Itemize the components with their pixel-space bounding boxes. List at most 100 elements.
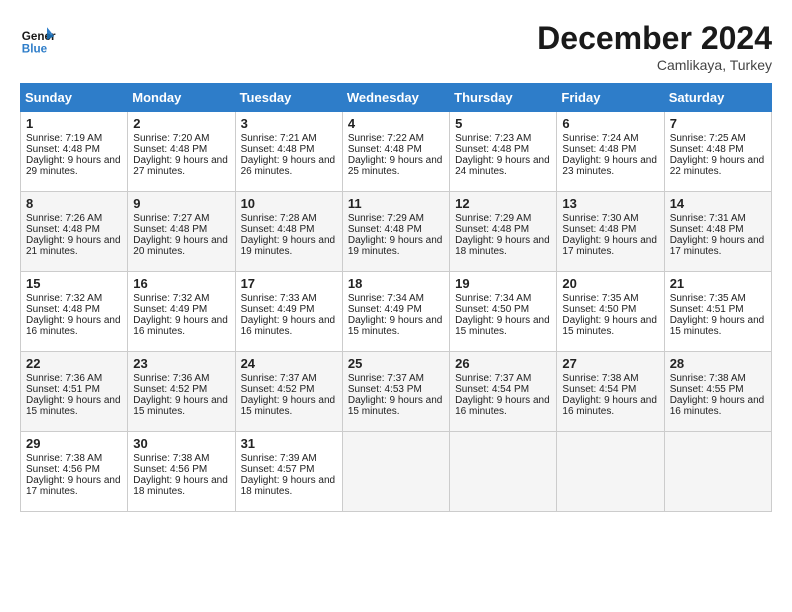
calendar-cell: 20Sunrise: 7:35 AMSunset: 4:50 PMDayligh… (557, 272, 664, 352)
sunset: Sunset: 4:48 PM (26, 304, 100, 315)
day-number: 14 (670, 196, 766, 211)
day-number: 18 (348, 276, 444, 291)
sunset: Sunset: 4:54 PM (455, 384, 529, 395)
calendar-week-3: 15 Sunrise: 7:32 AMSunset: 4:48 PM Dayligh… (21, 272, 772, 352)
calendar-cell: 31Sunrise: 7:39 AMSunset: 4:57 PMDayligh… (235, 432, 342, 512)
daylight: Daylight: 9 hours and 22 minutes. (670, 155, 765, 177)
day-number: 7 (670, 116, 766, 131)
day-number: 26 (455, 356, 551, 371)
sunset: Sunset: 4:48 PM (26, 224, 100, 235)
location: Camlikaya, Turkey (537, 57, 772, 73)
daylight: Daylight: 9 hours and 15 minutes. (562, 315, 657, 337)
daylight: Daylight: 9 hours and 20 minutes. (133, 235, 228, 257)
calendar-cell (342, 432, 449, 512)
calendar-cell: 21Sunrise: 7:35 AMSunset: 4:51 PMDayligh… (664, 272, 771, 352)
calendar-cell: 10Sunrise: 7:28 AMSunset: 4:48 PMDayligh… (235, 192, 342, 272)
page-header: General Blue December 2024 Camlikaya, Tu… (20, 20, 772, 73)
calendar-cell: 13Sunrise: 7:30 AMSunset: 4:48 PMDayligh… (557, 192, 664, 272)
sunrise: Sunrise: 7:23 AM (455, 133, 531, 144)
calendar-cell (557, 432, 664, 512)
day-number: 15 (26, 276, 122, 291)
sunrise: Sunrise: 7:38 AM (562, 373, 638, 384)
day-number: 23 (133, 356, 229, 371)
sunrise: Sunrise: 7:35 AM (670, 293, 746, 304)
sunrise: Sunrise: 7:34 AM (348, 293, 424, 304)
day-number: 8 (26, 196, 122, 211)
sunrise: Sunrise: 7:29 AM (348, 213, 424, 224)
calendar-cell: 4Sunrise: 7:22 AMSunset: 4:48 PMDaylight… (342, 112, 449, 192)
day-number: 28 (670, 356, 766, 371)
calendar-cell: 3Sunrise: 7:21 AMSunset: 4:48 PMDaylight… (235, 112, 342, 192)
day-number: 4 (348, 116, 444, 131)
sunset: Sunset: 4:53 PM (348, 384, 422, 395)
sunset: Sunset: 4:49 PM (241, 304, 315, 315)
sunset: Sunset: 4:48 PM (455, 224, 529, 235)
day-number: 6 (562, 116, 658, 131)
daylight: Daylight: 9 hours and 15 minutes. (348, 315, 443, 337)
sunrise: Sunrise: 7:28 AM (241, 213, 317, 224)
sunrise: Sunrise: 7:37 AM (241, 373, 317, 384)
sunrise: Sunrise: 7:32 AM (26, 293, 102, 304)
day-number: 21 (670, 276, 766, 291)
daylight: Daylight: 9 hours and 23 minutes. (562, 155, 657, 177)
daylight: Daylight: 9 hours and 15 minutes. (133, 395, 228, 417)
calendar-cell: 9Sunrise: 7:27 AMSunset: 4:48 PMDaylight… (128, 192, 235, 272)
sunrise: Sunrise: 7:39 AM (241, 453, 317, 464)
sunset: Sunset: 4:48 PM (348, 224, 422, 235)
col-header-wednesday: Wednesday (342, 84, 449, 112)
day-number: 16 (133, 276, 229, 291)
sunrise: Sunrise: 7:36 AM (26, 373, 102, 384)
day-number: 10 (241, 196, 337, 211)
sunset: Sunset: 4:48 PM (670, 144, 744, 155)
sunset: Sunset: 4:52 PM (133, 384, 207, 395)
day-number: 12 (455, 196, 551, 211)
sunset: Sunset: 4:48 PM (133, 224, 207, 235)
calendar-table: SundayMondayTuesdayWednesdayThursdayFrid… (20, 83, 772, 512)
calendar-week-5: 29Sunrise: 7:38 AMSunset: 4:56 PMDayligh… (21, 432, 772, 512)
day-number: 30 (133, 436, 229, 451)
calendar-cell: 8Sunrise: 7:26 AMSunset: 4:48 PMDaylight… (21, 192, 128, 272)
sunset: Sunset: 4:50 PM (562, 304, 636, 315)
sunrise: Sunrise: 7:20 AM (133, 133, 209, 144)
sunset: Sunset: 4:49 PM (348, 304, 422, 315)
calendar-cell: 19Sunrise: 7:34 AMSunset: 4:50 PMDayligh… (450, 272, 557, 352)
daylight: Daylight: 9 hours and 15 minutes. (26, 395, 121, 417)
daylight: Daylight: 9 hours and 21 minutes. (26, 235, 121, 257)
calendar-cell: 26Sunrise: 7:37 AMSunset: 4:54 PMDayligh… (450, 352, 557, 432)
sunrise: Sunrise: 7:37 AM (455, 373, 531, 384)
col-header-friday: Friday (557, 84, 664, 112)
day-number: 29 (26, 436, 122, 451)
daylight: Daylight: 9 hours and 24 minutes. (455, 155, 550, 177)
sunrise: Sunrise: 7:31 AM (670, 213, 746, 224)
sunset: Sunset: 4:48 PM (562, 144, 636, 155)
col-header-thursday: Thursday (450, 84, 557, 112)
sunset: Sunset: 4:52 PM (241, 384, 315, 395)
day-number: 25 (348, 356, 444, 371)
calendar-week-2: 8Sunrise: 7:26 AMSunset: 4:48 PMDaylight… (21, 192, 772, 272)
calendar-header-row: SundayMondayTuesdayWednesdayThursdayFrid… (21, 84, 772, 112)
sunrise: Sunrise: 7:38 AM (670, 373, 746, 384)
calendar-cell (450, 432, 557, 512)
sunset: Sunset: 4:51 PM (26, 384, 100, 395)
sunrise: Sunrise: 7:19 AM (26, 133, 102, 144)
daylight: Daylight: 9 hours and 16 minutes. (133, 315, 228, 337)
logo: General Blue (20, 20, 56, 56)
calendar-cell: 18 Sunrise: 7:34 AMSunset: 4:49 PMDayligh… (342, 272, 449, 352)
calendar-cell: 14Sunrise: 7:31 AMSunset: 4:48 PMDayligh… (664, 192, 771, 272)
day-number: 1 (26, 116, 122, 131)
day-number: 19 (455, 276, 551, 291)
daylight: Daylight: 9 hours and 18 minutes. (241, 475, 336, 497)
sunset: Sunset: 4:51 PM (670, 304, 744, 315)
calendar-cell: 6Sunrise: 7:24 AMSunset: 4:48 PMDaylight… (557, 112, 664, 192)
daylight: Daylight: 9 hours and 16 minutes. (670, 395, 765, 417)
sunset: Sunset: 4:48 PM (455, 144, 529, 155)
daylight: Daylight: 9 hours and 18 minutes. (133, 475, 228, 497)
calendar-week-1: 1Sunrise: 7:19 AMSunset: 4:48 PMDaylight… (21, 112, 772, 192)
sunrise: Sunrise: 7:27 AM (133, 213, 209, 224)
calendar-cell: 29Sunrise: 7:38 AMSunset: 4:56 PMDayligh… (21, 432, 128, 512)
calendar-cell: 5Sunrise: 7:23 AMSunset: 4:48 PMDaylight… (450, 112, 557, 192)
daylight: Daylight: 9 hours and 26 minutes. (241, 155, 336, 177)
sunset: Sunset: 4:48 PM (562, 224, 636, 235)
calendar-cell: 28Sunrise: 7:38 AMSunset: 4:55 PMDayligh… (664, 352, 771, 432)
sunrise: Sunrise: 7:37 AM (348, 373, 424, 384)
